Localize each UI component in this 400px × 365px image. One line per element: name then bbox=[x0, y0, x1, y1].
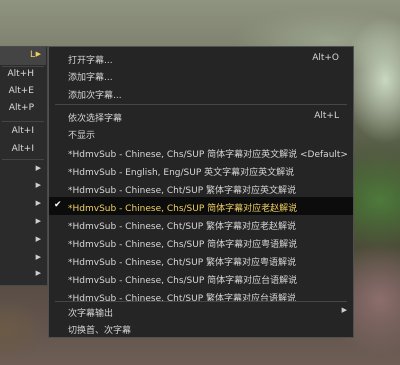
separator bbox=[2, 121, 44, 122]
submenu-arrow-icon: ▶ bbox=[35, 164, 41, 172]
separator bbox=[55, 104, 347, 105]
accelerator-label: L bbox=[29, 50, 35, 60]
accelerator-label: Alt+I bbox=[11, 144, 34, 154]
parent-item[interactable]: Alt+P bbox=[0, 100, 46, 118]
submenu-arrow-icon: ▶ bbox=[341, 306, 347, 314]
parent-item[interactable]: ▶ bbox=[0, 178, 46, 196]
subtitle-track-item[interactable]: *HdmvSub - Chinese, Chs/SUP 简体字幕对应粤语解说 bbox=[49, 233, 353, 251]
parent-item[interactable]: ▶ bbox=[0, 196, 46, 214]
add-subtitle-item[interactable]: 添加字幕... bbox=[49, 66, 353, 84]
parent-context-menu: L ▶ Alt+H Alt+E Alt+P Alt+I Alt+I ▶ ▶ ▶ … bbox=[0, 46, 48, 286]
menu-item-label: *HdmvSub - Chinese, Cht/SUP 繁体字幕对应老赵解说 bbox=[68, 222, 296, 232]
accelerator-label: Alt+E bbox=[8, 86, 34, 96]
subtitle-track-item[interactable]: *HdmvSub - Chinese, Cht/SUP 繁体字幕对应英文解说 bbox=[49, 179, 353, 197]
menu-item-label: 依次选择字幕 bbox=[68, 114, 123, 124]
menu-item-label: 次字幕输出 bbox=[68, 309, 114, 319]
accelerator-label: Alt+L bbox=[314, 111, 339, 121]
subtitle-track-item[interactable]: *HdmvSub - Chinese, Cht/SUP 繁体字幕对应粤语解说 bbox=[49, 251, 353, 269]
submenu-arrow-icon: ▶ bbox=[35, 181, 41, 189]
menu-item-label: 切换首、次字幕 bbox=[68, 326, 132, 336]
cycle-subtitle-item[interactable]: 依次选择字幕 Alt+L bbox=[49, 107, 353, 125]
submenu-arrow-icon: ▶ bbox=[35, 217, 41, 225]
menu-item-label: 添加字幕... bbox=[68, 73, 113, 83]
submenu-arrow-icon: ▶ bbox=[35, 269, 41, 277]
menu-item-label: *HdmvSub - Chinese, Chs/SUP 简体字幕对应老赵解说 bbox=[68, 204, 298, 214]
parent-item[interactable]: Alt+H bbox=[0, 66, 46, 84]
parent-item[interactable]: ▶ bbox=[0, 161, 46, 179]
open-subtitle-item[interactable]: 打开字幕... Alt+O bbox=[49, 49, 353, 67]
parent-item[interactable]: Alt+I bbox=[0, 141, 46, 159]
accelerator-label: Alt+H bbox=[7, 69, 35, 79]
submenu-arrow-icon: ▶ bbox=[35, 199, 41, 207]
checkmark-icon: ✔ bbox=[54, 200, 62, 210]
subtitle-track-item[interactable]: *HdmvSub - Chinese, Cht/SUP 繁体字幕对应老赵解说 bbox=[49, 215, 353, 233]
menu-item-label: 不显示 bbox=[68, 131, 96, 141]
parent-item[interactable]: ▶ bbox=[0, 232, 46, 250]
menu-item-label: *HdmvSub - Chinese, Chs/SUP 简体字幕对应英文解说 <… bbox=[68, 150, 348, 160]
parent-item[interactable]: Alt+I bbox=[0, 123, 46, 141]
secondary-subtitle-output-item[interactable]: 次字幕输出 ▶ bbox=[49, 302, 353, 320]
parent-item[interactable]: ▶ bbox=[0, 266, 46, 284]
menu-item-label: *HdmvSub - Chinese, Chs/SUP 简体字幕对应粤语解说 bbox=[68, 240, 298, 250]
accelerator-label: Alt+I bbox=[11, 126, 34, 136]
hide-subtitle-item[interactable]: 不显示 bbox=[49, 124, 353, 142]
subtitle-track-item[interactable]: *HdmvSub - Chinese, Chs/SUP 简体字幕对应台语解说 bbox=[49, 269, 353, 287]
submenu-arrow-icon: ▶ bbox=[35, 50, 41, 58]
menu-item-label: *HdmvSub - Chinese, Chs/SUP 简体字幕对应台语解说 bbox=[68, 276, 298, 286]
menu-item-label: 打开字幕... bbox=[68, 56, 113, 66]
submenu-arrow-icon: ▶ bbox=[35, 253, 41, 261]
swap-subtitles-item[interactable]: 切换首、次字幕 bbox=[49, 319, 353, 337]
subtitle-track-item-selected[interactable]: ✔ *HdmvSub - Chinese, Chs/SUP 简体字幕对应老赵解说 bbox=[49, 197, 353, 215]
subtitle-track-item[interactable]: *HdmvSub - Chinese, Chs/SUP 简体字幕对应英文解说 <… bbox=[49, 143, 353, 161]
separator bbox=[2, 159, 44, 160]
parent-item[interactable]: Alt+E bbox=[0, 83, 46, 101]
submenu-arrow-icon: ▶ bbox=[35, 235, 41, 243]
subtitle-track-item[interactable]: *HdmvSub - English, Eng/SUP 英文字幕对应英文解说 bbox=[49, 161, 353, 179]
accelerator-label: Alt+P bbox=[8, 103, 34, 113]
menu-item-label: *HdmvSub - Chinese, Cht/SUP 繁体字幕对应粤语解说 bbox=[68, 258, 296, 268]
menu-item-label: *HdmvSub - Chinese, Cht/SUP 繁体字幕对应英文解说 bbox=[68, 186, 296, 196]
menu-item-label: 添加次字幕... bbox=[68, 91, 122, 101]
add-secondary-subtitle-item[interactable]: 添加次字幕... bbox=[49, 84, 353, 102]
parent-item-subtitle[interactable]: L ▶ bbox=[0, 47, 46, 65]
menu-item-label: *HdmvSub - English, Eng/SUP 英文字幕对应英文解说 bbox=[68, 168, 295, 178]
accelerator-label: Alt+O bbox=[312, 53, 339, 63]
subtitle-menu: 打开字幕... Alt+O 添加字幕... 添加次字幕... 依次选择字幕 Al… bbox=[48, 46, 354, 338]
parent-item[interactable]: ▶ bbox=[0, 214, 46, 232]
